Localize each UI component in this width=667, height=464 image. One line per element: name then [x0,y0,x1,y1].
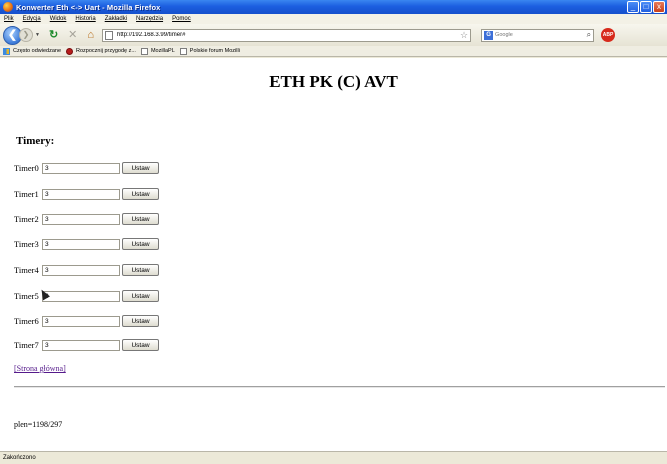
timers-heading: Timery: [16,135,55,147]
stop-icon[interactable]: ✕ [68,29,77,41]
timer-input[interactable] [42,315,120,327]
timer-row-1: Timer1 Ustaw [14,188,159,200]
search-icon[interactable]: ⌕ [587,30,591,40]
window-title-bar: Konwerter Eth <-> Uart - Mozilla Firefox… [0,0,667,14]
timer-row-6: Timer6 Ustaw [14,315,159,327]
menu-bookmarks[interactable]: Zakładki [105,16,127,22]
timer-input[interactable] [42,188,120,200]
google-icon[interactable]: G [484,30,494,40]
timer-row-0: Timer0 Ustaw [14,162,159,174]
timer-label: Timer1 [14,189,39,199]
timer-label: Timer3 [14,239,39,249]
bookmark-forum[interactable]: Polskie forum Mozilli [179,47,240,55]
timer-row-4: Timer4 Ustaw [14,264,159,276]
window-title: Konwerter Eth <-> Uart - Mozilla Firefox [16,2,161,12]
maximize-button[interactable]: □ [640,1,652,13]
bookmark-mozillapl[interactable]: MozillaPL [140,47,175,55]
menu-bar: Plik Edycja Widok Historia Zakładki Narz… [0,14,667,24]
set-button[interactable]: Ustaw [122,315,159,327]
timer-input[interactable] [42,213,120,225]
menu-file[interactable]: Plik [4,16,14,22]
menu-history[interactable]: Historia [75,16,95,22]
set-button[interactable]: Ustaw [122,238,159,250]
menu-tools[interactable]: Narzędzia [136,16,163,22]
timer-input[interactable] [42,162,120,174]
bookmarks-bar: Często odwiedzane Rozpocznij przygodę z.… [0,46,667,57]
close-button[interactable]: x [653,1,665,13]
timer-label: Timer2 [14,214,39,224]
forward-button[interactable]: ❯ [19,28,33,42]
timer-row-5: Timer5 Ustaw [14,290,159,302]
timer-label: Timer7 [14,340,39,350]
timer-input[interactable] [42,290,120,302]
set-button[interactable]: Ustaw [122,290,159,302]
page-icon [140,47,148,55]
timer-input[interactable] [42,339,120,351]
most-visited-icon [3,47,10,55]
home-page-link[interactable]: [Strona główna] [14,364,66,373]
timer-row-7: Timer7 Ustaw [14,339,159,351]
page-heading: ETH PK (C) AVT [269,72,398,91]
navigation-toolbar: ❮ ❯ ▼ ↻ ✕ ⌂ ☆ G ⌕ ABP [0,24,667,46]
reload-icon[interactable]: ↻ [49,29,58,41]
bookmark-label: Rozpocznij przygodę z... [76,48,136,54]
adblock-icon[interactable]: ABP [601,28,616,42]
set-button[interactable]: Ustaw [122,339,159,351]
page-content: ETH PK (C) AVT Timery: Timer0 Ustaw Time… [0,58,667,451]
bookmark-label: Często odwiedzane [13,48,62,54]
set-button[interactable]: Ustaw [122,264,159,276]
bookmark-star-icon[interactable]: ☆ [460,30,468,41]
timer-input[interactable] [42,264,120,276]
bookmark-most-visited[interactable]: Często odwiedzane [3,47,62,55]
bookmark-label: Polskie forum Mozilli [189,48,240,54]
search-input[interactable] [495,32,576,38]
address-bar[interactable]: ☆ [102,28,472,42]
menu-edit[interactable]: Edycja [23,16,41,22]
minimize-button[interactable]: _ [627,1,639,13]
timer-row-2: Timer2 Ustaw [14,213,159,225]
timer-label: Timer6 [14,316,39,326]
bookmark-label: MozillaPL [150,48,175,54]
page-icon [105,30,114,40]
plen-readout: plen=1198/297 [14,420,63,429]
menu-view[interactable]: Widok [50,16,67,22]
timer-input[interactable] [42,238,120,250]
status-bar: Zakończono [0,451,667,464]
url-input[interactable] [117,32,418,38]
search-bar[interactable]: G ⌕ [481,28,595,42]
menu-help[interactable]: Pomoc [172,16,191,22]
timer-label: Timer4 [14,265,39,275]
firefox-icon [3,2,13,12]
timer-row-3: Timer3 Ustaw [14,238,159,250]
timer-label: Timer0 [14,163,39,173]
page-icon [179,47,187,55]
bookmark-getting-started[interactable]: Rozpocznij przygodę z... [66,47,136,55]
window-controls: _ □ x [627,1,665,13]
firefox-bookmark-icon [66,47,74,55]
status-text: Zakończono [3,455,36,461]
history-dropdown-icon[interactable]: ▼ [35,32,40,38]
set-button[interactable]: Ustaw [122,213,159,225]
set-button[interactable]: Ustaw [122,188,159,200]
set-button[interactable]: Ustaw [122,162,159,174]
divider [14,386,665,388]
home-icon[interactable]: ⌂ [87,29,94,41]
